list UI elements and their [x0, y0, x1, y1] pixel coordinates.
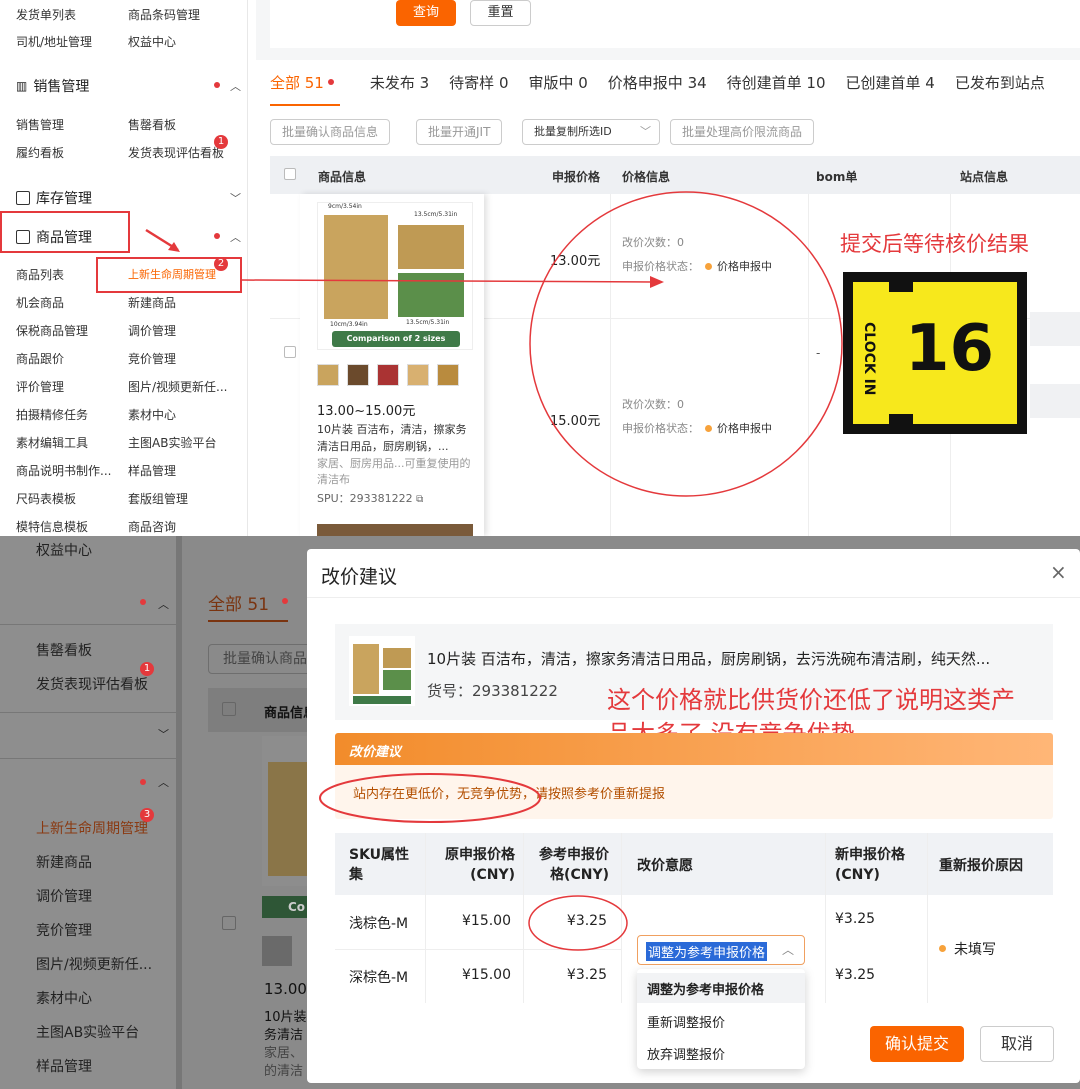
- row-checkbox[interactable]: [222, 916, 236, 930]
- sidebar-link[interactable]: 样品管理: [36, 1056, 92, 1076]
- batch-confirm-button[interactable]: 批量确认商品: [208, 644, 318, 674]
- annotation-layer: [319, 773, 628, 951]
- annotation-submit: 提交后等待核价结果: [840, 232, 1029, 256]
- annotation-arrow: [241, 279, 653, 283]
- sidebar-link[interactable]: 素材中心: [36, 988, 92, 1008]
- tab-underline: [208, 620, 288, 622]
- sidebar-link[interactable]: 竞价管理: [36, 920, 92, 940]
- notification-dot: [140, 599, 146, 605]
- table-header: 商品信息: [208, 688, 318, 732]
- clock-in-sticker: CLOCK IN 16: [843, 272, 1027, 434]
- product-image[interactable]: [262, 736, 307, 886]
- sidebar-link[interactable]: 权益中心: [36, 540, 92, 560]
- sticker-notch: [889, 414, 913, 424]
- top-screenshot: 发货单列表 商品条码管理 司机/地址管理 权益中心 ▥ 销售管理 ︿ 销售管理 …: [0, 0, 1080, 536]
- sidebar-link-active[interactable]: 上新生命周期管理: [36, 818, 148, 838]
- product-title[interactable]: 务清洁: [264, 1024, 303, 1043]
- arrow-head: [650, 276, 664, 288]
- clock-in-number: 16: [905, 312, 995, 386]
- sidebar-link[interactable]: 图片/视频更新任...: [36, 954, 152, 974]
- chevron-up-icon[interactable]: ︿: [158, 596, 169, 612]
- divider: [0, 712, 176, 713]
- annotation-layer: [145, 191, 843, 497]
- product-price: 13.00: [264, 980, 307, 998]
- badge-1: 1: [140, 662, 154, 676]
- sidebar-link[interactable]: 调价管理: [36, 886, 92, 906]
- product-category: 家居、: [264, 1046, 304, 1061]
- badge-3: 3: [140, 808, 154, 822]
- sidebar-link[interactable]: 售罄看板: [36, 640, 92, 660]
- sidebar-link[interactable]: 主图AB实验平台: [36, 1022, 139, 1042]
- price-change-modal: 改价建议 × 10片装 百洁布，清洁，擦家务清洁日用品，厨房刷锅，去污洗碗布清洁…: [307, 549, 1080, 1083]
- product-category: 的清洁: [264, 1064, 304, 1079]
- thumbnail[interactable]: [262, 936, 292, 966]
- tab-all[interactable]: 全部 51: [208, 590, 269, 615]
- chevron-up-icon[interactable]: ︿: [158, 774, 169, 790]
- image-caption: Co: [262, 896, 307, 918]
- scrollbar[interactable]: [176, 536, 182, 1089]
- annotation-circle: [529, 191, 843, 497]
- product-title[interactable]: 10片装: [264, 1006, 307, 1025]
- notification-dot: [140, 779, 146, 785]
- annotation-circle: [528, 895, 628, 951]
- annotation-circle: [319, 773, 541, 823]
- sidebar-link[interactable]: 发货表现评估看板: [36, 674, 148, 694]
- dim-sidebar: 权益中心 ︿ 售罄看板 发货表现评估看板 1 ﹀ ︿ 上新生命周期管理 3 新建…: [0, 536, 176, 1089]
- sidebar-link[interactable]: 新建商品: [36, 852, 92, 872]
- chevron-down-icon[interactable]: ﹀: [158, 726, 169, 742]
- sticker-notch: [889, 282, 913, 292]
- notification-dot: [282, 598, 288, 604]
- divider: [0, 758, 176, 759]
- clock-in-label: CLOCK IN: [861, 322, 877, 396]
- sponge-shape: [268, 762, 307, 876]
- select-all-checkbox[interactable]: [222, 702, 236, 716]
- divider: [0, 624, 176, 625]
